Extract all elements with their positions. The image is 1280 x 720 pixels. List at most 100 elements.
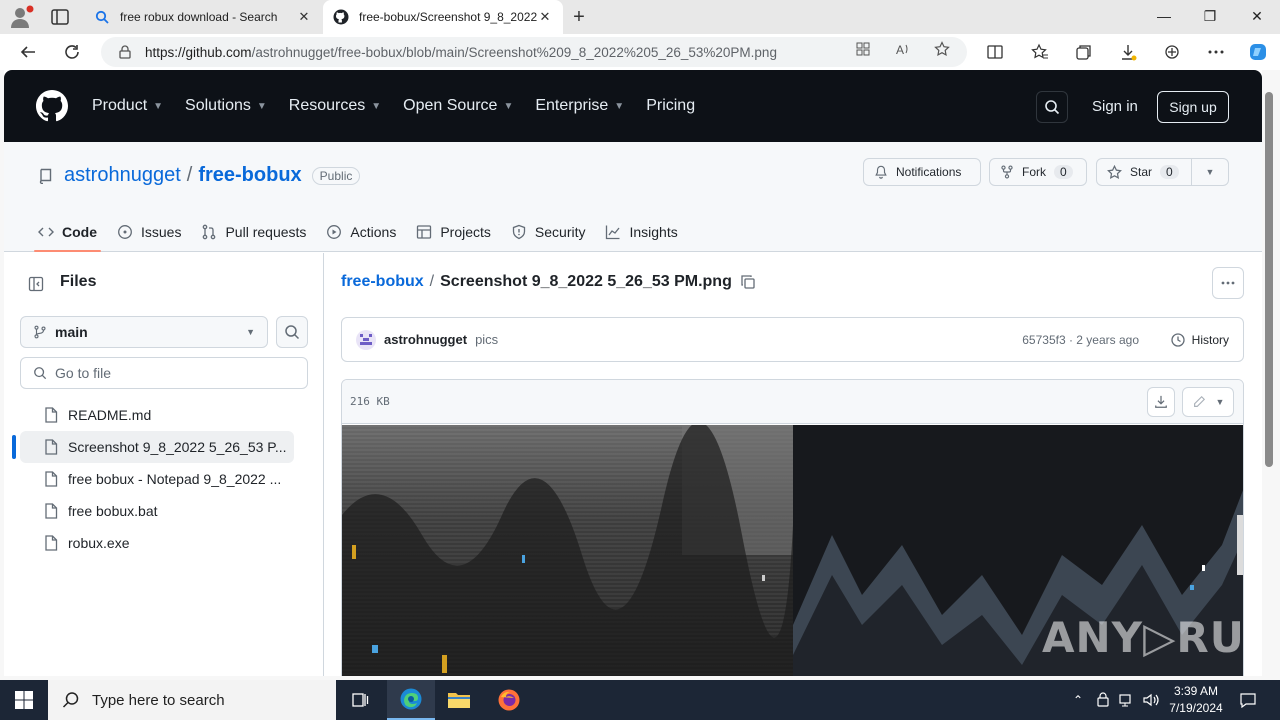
star-button[interactable]: Star 0 <box>1096 158 1192 186</box>
file-tree-item[interactable]: robux.exe <box>20 527 294 559</box>
repo-header: astrohnugget / free-bobux Public Notific… <box>4 142 1262 252</box>
restore-button[interactable]: ❐ <box>1187 0 1233 32</box>
branch-selector[interactable]: main ▼ <box>20 316 268 348</box>
taskbar-search-box[interactable]: Type here to search <box>48 680 336 720</box>
favorite-star-icon[interactable] <box>934 41 950 57</box>
split-screen-icon[interactable] <box>985 42 1005 62</box>
more-menu-icon[interactable] <box>1206 42 1226 62</box>
sign-in-link[interactable]: Sign in <box>1092 70 1138 142</box>
lock-icon <box>119 45 131 59</box>
commit-message[interactable]: pics <box>475 332 498 347</box>
file-name: free bobux - Notepad 9_8_2022 ... <box>68 471 282 487</box>
close-window-button[interactable]: ✕ <box>1234 0 1280 32</box>
collections-icon[interactable] <box>1074 42 1094 62</box>
scrollbar-thumb[interactable] <box>1265 92 1273 467</box>
nav-label: Pricing <box>646 97 696 114</box>
file-search-button[interactable] <box>276 316 308 348</box>
firefox-icon <box>498 689 520 711</box>
taskbar-edge[interactable] <box>387 680 435 720</box>
repo-owner-link[interactable]: astrohnugget <box>64 164 181 187</box>
page-scrollbar[interactable] <box>1262 70 1276 676</box>
taskbar-clock[interactable]: 3:39 AM 7/19/2024 <box>1160 683 1232 717</box>
apps-icon[interactable] <box>855 41 871 57</box>
file-tree-item[interactable]: free bobux - Notepad 9_8_2022 ... <box>20 463 294 495</box>
tab-code[interactable]: Code <box>34 214 101 252</box>
close-icon[interactable]: ✕ <box>537 9 553 25</box>
new-tab-button[interactable]: + <box>566 4 592 30</box>
download-button[interactable] <box>1147 387 1175 417</box>
star-dropdown-button[interactable]: ▼ <box>1191 158 1229 186</box>
back-button[interactable] <box>14 38 42 66</box>
nav-solutions[interactable]: Solutions ▼ <box>185 97 267 115</box>
more-options-button[interactable] <box>1212 267 1244 299</box>
task-view-button[interactable] <box>336 680 384 720</box>
tab-issues[interactable]: Issues <box>117 214 181 250</box>
nav-resources[interactable]: Resources ▼ <box>289 97 381 115</box>
tab-projects[interactable]: Projects <box>416 214 491 250</box>
sidebar-toggle-button[interactable] <box>20 269 52 299</box>
browser-toolbar: https://github.com/astrohnugget/free-bob… <box>0 34 1280 70</box>
notifications-center-icon[interactable] <box>1234 680 1262 720</box>
close-icon[interactable]: ✕ <box>296 9 312 25</box>
nav-label: Resources <box>288 97 366 114</box>
header-search-button[interactable] <box>1036 91 1068 123</box>
nav-product[interactable]: Product ▼ <box>92 97 163 115</box>
tab-search[interactable]: free robux download - Search ✕ <box>84 0 322 34</box>
notifications-label: Notifications <box>896 165 962 179</box>
minimize-button[interactable]: — <box>1141 0 1187 32</box>
play-icon <box>326 224 342 240</box>
file-tree-item-selected[interactable]: Screenshot 9_8_2022 5_26_53 P... <box>20 431 294 463</box>
read-aloud-icon[interactable]: A <box>895 41 911 57</box>
extensions-icon[interactable] <box>1162 42 1182 62</box>
address-bar[interactable]: https://github.com/astrohnugget/free-bob… <box>101 37 967 67</box>
avatar[interactable] <box>356 329 376 350</box>
file-tree-item[interactable]: README.md <box>20 399 294 431</box>
favorites-icon[interactable] <box>1030 42 1050 62</box>
refresh-button[interactable] <box>58 38 86 66</box>
fork-count: 0 <box>1054 165 1073 179</box>
star-count: 0 <box>1160 165 1179 179</box>
taskbar-file-explorer[interactable] <box>435 680 483 720</box>
kebab-horizontal-icon <box>1221 281 1235 285</box>
commit-meta[interactable]: 65735f3 · 2 years ago <box>1022 333 1139 347</box>
search-icon <box>1045 100 1060 115</box>
downloads-icon[interactable] <box>1118 42 1138 62</box>
tray-volume-icon[interactable] <box>1140 680 1162 720</box>
copilot-icon[interactable] <box>1248 42 1268 62</box>
tray-chevron-up-icon[interactable]: ⌃ <box>1068 680 1088 720</box>
notifications-button[interactable]: Notifications <box>863 158 981 186</box>
copy-icon[interactable] <box>740 274 756 290</box>
sign-up-button[interactable]: Sign up <box>1157 91 1229 123</box>
breadcrumb-repo-link[interactable]: free-bobux <box>341 273 424 291</box>
nav-enterprise[interactable]: Enterprise ▼ <box>535 97 624 115</box>
edit-button-group[interactable]: ▼ <box>1182 387 1234 417</box>
caret-down-icon: ▼ <box>1205 167 1215 177</box>
task-view-icon <box>352 693 369 707</box>
tab-pull-requests[interactable]: Pull requests <box>201 214 306 250</box>
chevron-down-icon: ▼ <box>153 100 164 112</box>
repo-name-link[interactable]: free-bobux <box>198 164 301 187</box>
file-tree-item[interactable]: free bobux.bat <box>20 495 294 527</box>
start-button[interactable] <box>0 680 48 720</box>
search-icon <box>94 9 110 25</box>
history-button[interactable]: History <box>1170 332 1229 348</box>
tray-security-icon[interactable] <box>1093 680 1113 720</box>
repo-icon <box>38 168 54 184</box>
nav-open-source[interactable]: Open Source ▼ <box>403 97 513 115</box>
nav-pricing[interactable]: Pricing <box>646 97 695 115</box>
tab-github[interactable]: free-bobux/Screenshot 9_8_2022 5_26_53 P… <box>323 0 563 34</box>
tray-network-icon[interactable] <box>1116 680 1138 720</box>
tab-insights[interactable]: Insights <box>605 214 678 250</box>
profile-icon[interactable] <box>8 4 36 30</box>
windows-logo-icon <box>15 691 33 709</box>
taskbar-firefox[interactable] <box>485 680 533 720</box>
go-to-file-input[interactable]: Go to file <box>20 357 308 389</box>
clock-time: 3:39 AM <box>1173 684 1219 698</box>
pull-request-icon <box>201 224 217 240</box>
tab-actions[interactable]: Actions <box>326 214 396 250</box>
tab-actions-icon[interactable] <box>48 6 72 28</box>
fork-button[interactable]: Fork 0 <box>989 158 1087 186</box>
tab-security[interactable]: Security <box>511 214 585 250</box>
github-logo-icon[interactable] <box>36 90 68 122</box>
commit-author[interactable]: astrohnugget <box>384 332 467 347</box>
